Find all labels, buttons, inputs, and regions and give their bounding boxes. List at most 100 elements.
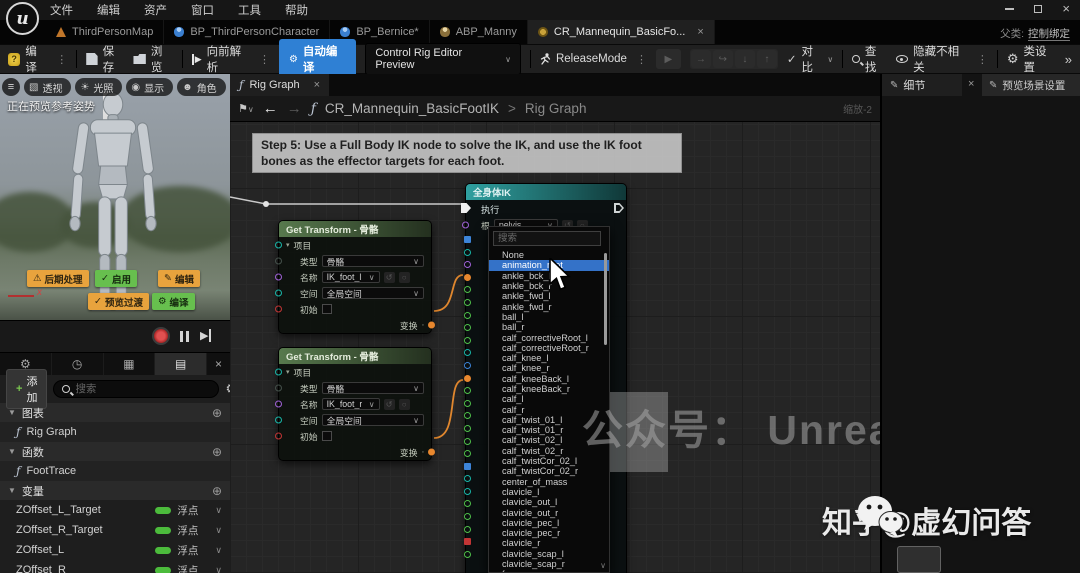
get-transform-node-right[interactable]: Get Transform - 骨骼 ▾ 项目 类型 骨骼 ∨ 名称 IK_foot_r… [275, 347, 435, 461]
bone-item[interactable]: clavicle_out_l [489, 497, 609, 507]
menu-item[interactable]: 资产 [144, 2, 167, 18]
bone-item[interactable]: ankle_fwd_r [489, 301, 609, 312]
asset-tab[interactable]: ThirdPersonMap × [46, 20, 165, 44]
compile-button[interactable]: ? 编译 [8, 43, 47, 75]
chevron-down-icon[interactable]: ∨ [215, 505, 222, 516]
node-pin-icon[interactable] [464, 450, 471, 458]
bone-item[interactable]: calf_twist_02_l [489, 435, 609, 445]
menu-item[interactable]: 编辑 [97, 2, 120, 18]
bone-item[interactable]: clavicle_scap_r [489, 559, 609, 569]
post-process-button[interactable]: ⚠ 后期处理 [27, 270, 89, 287]
bone-item[interactable]: ankle_fwd_l [489, 291, 609, 301]
refresh-icon[interactable]: ↺ [383, 398, 395, 410]
execute-output-pin-icon[interactable] [614, 203, 624, 213]
breadcrumb-root[interactable]: CR_Mannequin_BasicFootIK [325, 101, 499, 116]
bone-item[interactable]: clavicle_out_r [489, 507, 609, 518]
refresh-icon[interactable]: ↺ [383, 271, 395, 283]
asset-tab[interactable]: ABP_Manny × [430, 20, 528, 44]
variable-row[interactable]: ZOffset_L 浮点 ∨ [0, 540, 230, 560]
node-pin-icon[interactable] [464, 437, 471, 445]
tab-close-icon[interactable]: × [697, 26, 703, 38]
add-function-icon[interactable]: ⊕ [212, 445, 222, 459]
bone-item[interactable]: calf_twistCor_02_r [489, 466, 609, 476]
node-pin-icon[interactable] [464, 324, 471, 332]
bone-item[interactable]: calf_knee_r [489, 363, 609, 373]
collapse-arrow-icon[interactable]: ▾ [286, 241, 290, 249]
class-settings-button[interactable]: ⚙ 类设置 [1007, 43, 1056, 75]
get-transform-node-left[interactable]: Get Transform - 骨骼 ▾ 项目 类型 骨骼 ∨ 名称 IK_foot_l… [275, 220, 435, 334]
menu-item[interactable]: 工具 [238, 2, 261, 18]
search-icon[interactable]: ○ [398, 271, 410, 283]
functions-section-header[interactable]: ▼ 函数 ⊕ [0, 442, 230, 461]
node-pin-icon[interactable] [464, 361, 471, 369]
bone-item[interactable]: calf_twist_01_r [489, 425, 609, 435]
node-pin-icon[interactable] [464, 538, 471, 546]
bone-name-select[interactable]: IK_foot_l ∨ [321, 271, 380, 283]
graph-list-item[interactable]: ƒ Rig Graph [0, 422, 230, 442]
node-title[interactable]: Get Transform - 骨骼 [279, 348, 431, 364]
hide-options-icon[interactable]: ⋮ [977, 53, 988, 66]
chevron-down-icon[interactable]: ∨ [215, 545, 222, 556]
name-pin-icon[interactable] [275, 400, 282, 408]
variable-row[interactable]: ZOffset_R 浮点 ∨ [0, 560, 230, 573]
node-pin-icon[interactable] [464, 261, 471, 269]
root-pin-icon[interactable] [462, 221, 469, 229]
diff-button[interactable]: ✓ 对比 ∨ [787, 43, 833, 75]
node-pin-icon[interactable] [464, 412, 471, 420]
graphs-section-header[interactable]: ▼ 图表 ⊕ [0, 403, 230, 422]
item-pin-icon[interactable] [275, 241, 282, 249]
node-pin-icon[interactable] [464, 349, 471, 357]
step-out-icon[interactable]: ↑ [756, 50, 777, 68]
tab-close-icon[interactable]: × [314, 79, 320, 91]
blueprint-search-input[interactable] [75, 383, 211, 395]
viewport-menu-icon[interactable]: ≡ [2, 78, 20, 96]
initial-checkbox[interactable] [321, 304, 332, 314]
viewport-pill[interactable]: ◉ 显示 [126, 78, 174, 96]
initial-checkbox[interactable] [321, 431, 332, 441]
compile-options-icon[interactable]: ⋮ [56, 53, 67, 66]
bone-item[interactable]: calf_twist_01_l [489, 415, 609, 425]
bone-item[interactable]: clavicle_pec_r [489, 528, 609, 538]
node-pin-icon[interactable] [464, 462, 471, 470]
node-pin-icon[interactable] [464, 273, 471, 281]
node-pin-icon[interactable] [464, 311, 471, 319]
function-list-item[interactable]: ƒ FootTrace [0, 461, 230, 481]
add-graph-icon[interactable]: ⊕ [212, 406, 222, 420]
node-title[interactable]: 全身体IK [466, 184, 626, 200]
collapse-arrow-icon[interactable]: ▾ [286, 368, 290, 376]
compile-overlay-button[interactable]: ⚙ 编译 [152, 293, 195, 310]
bone-item[interactable]: calf_kneeBack_l [489, 374, 609, 384]
release-options-icon[interactable]: ⋮ [636, 53, 647, 66]
browse-button[interactable]: 浏览 [133, 43, 172, 75]
preview-scene-settings-tab[interactable]: ✎ 预览场景设置 [982, 74, 1080, 96]
auto-compile-button[interactable]: ⚙ 自动编译 [278, 39, 357, 79]
tab-curves[interactable]: ◷ [52, 353, 104, 375]
bone-item[interactable]: clavicle_r [489, 538, 609, 548]
bone-search-input[interactable] [493, 231, 601, 246]
node-title[interactable]: Get Transform - 骨骼 [279, 221, 431, 237]
maximize-button[interactable] [1034, 4, 1043, 13]
viewport-pill[interactable]: ☻ 角色 [177, 78, 226, 96]
parent-class-link[interactable]: 控制绑定 [1028, 28, 1070, 41]
bone-name-select[interactable]: IK_foot_r ∨ [321, 398, 380, 410]
comment-node[interactable]: Step 5: Use a Full Body IK node to solve… [252, 133, 682, 174]
type-select[interactable]: 骨骼 ∨ [321, 255, 424, 267]
space-select[interactable]: 全局空间 ∨ [321, 287, 424, 299]
node-pin-icon[interactable] [464, 248, 471, 256]
chevron-down-icon[interactable]: ∨ [215, 565, 222, 573]
scroll-more-icon[interactable]: ∨ [600, 561, 606, 570]
asset-tab[interactable]: CR_Mannequin_BasicFo... × [527, 20, 715, 44]
node-pin-icon[interactable] [464, 424, 471, 432]
node-pin-icon[interactable] [464, 500, 471, 508]
release-mode-button[interactable]: ReleaseMode [540, 53, 627, 65]
node-pin-icon[interactable] [464, 336, 471, 344]
bone-item[interactable]: clavicle_scap_l [489, 549, 609, 559]
node-pin-icon[interactable] [464, 387, 471, 395]
minimize-button[interactable] [1005, 7, 1015, 10]
find-button[interactable]: 查找 [852, 43, 886, 75]
bookmark-icon[interactable]: ⚑∨ [238, 102, 254, 115]
menu-item[interactable]: 窗口 [191, 2, 214, 18]
panel-close-icon[interactable]: × [207, 357, 230, 371]
menu-item[interactable]: 帮助 [285, 2, 308, 18]
tab-my-blueprint[interactable]: ▤ [155, 353, 207, 375]
